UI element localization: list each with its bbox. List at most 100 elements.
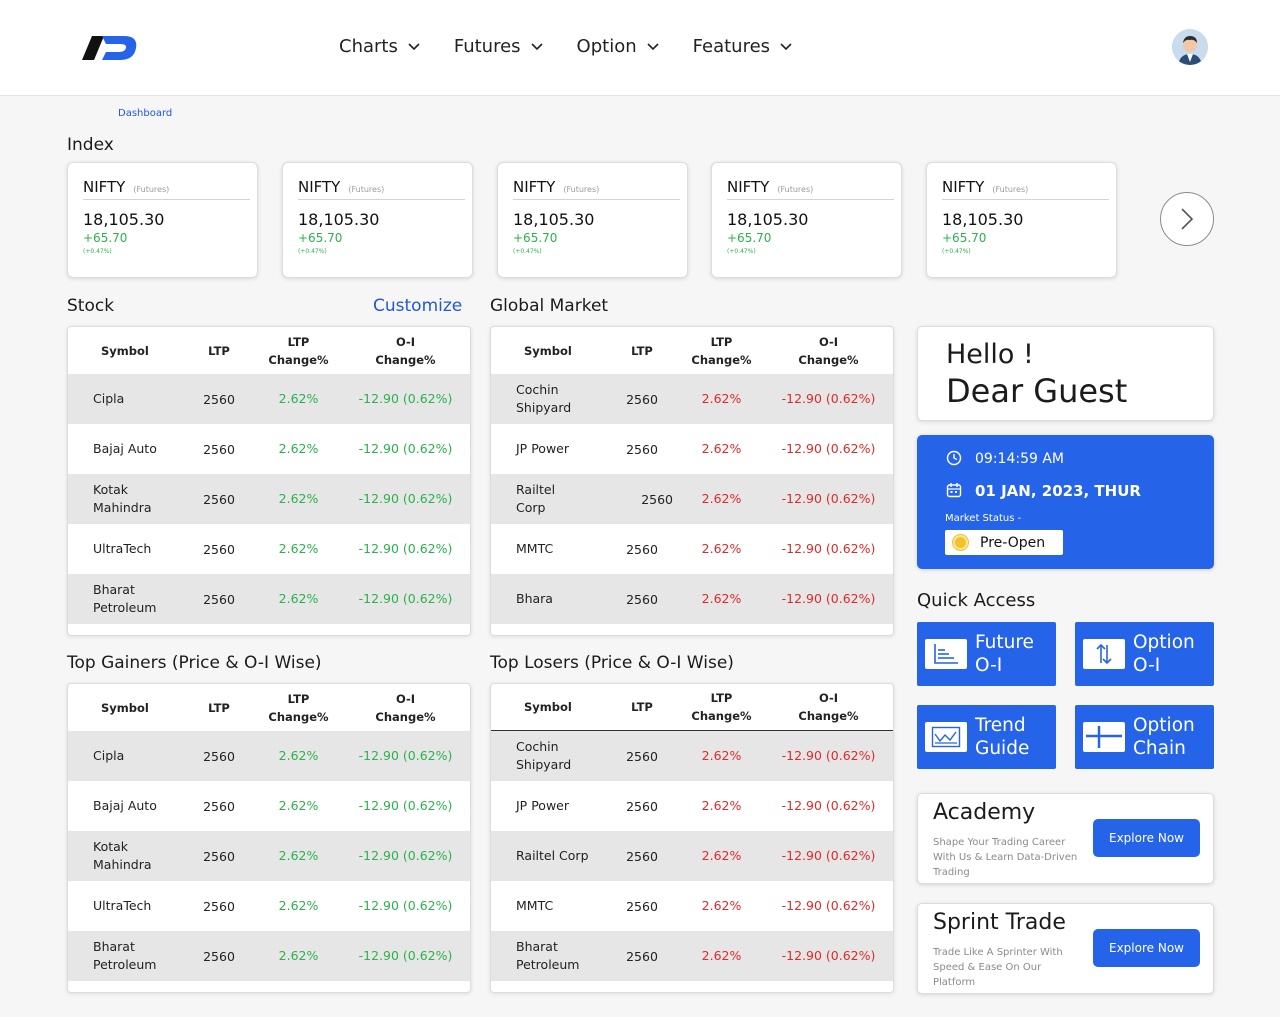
index-tag: (Futures) [777,185,814,194]
sprint-trade-title: Sprint Trade [933,910,1066,935]
symbol-cell: Cochin Shipyard [516,382,572,415]
top-losers-title: Top Losers (Price & O-I Wise) [490,653,734,673]
symbol-cell: Bajaj Auto [93,441,157,456]
market-clock-card: 09:14:59 AM 01 JAN, 2023, THUR Market St… [917,435,1214,569]
ltp-cell: 2560 [626,591,658,607]
index-value: 18,105.30 [727,210,809,229]
ltp-change-cell: 2.62% [278,391,319,406]
sprint-trade-explore-button[interactable]: Explore Now [1093,929,1200,967]
table-row[interactable]: Cochin Shipyard 2560 2.62% -12.90 (0.62%) [491,374,893,424]
column-header: O-I Change% [375,334,436,367]
current-date: 01 JAN, 2023, THUR [975,482,1141,500]
index-change: +65.70 [942,231,987,245]
table-header: Symbol LTP LTP Change% O-I Change% [491,684,893,731]
table-row[interactable]: Kotak Mahindra 2560 2.62% -12.90 (0.62%) [68,831,470,881]
table-row[interactable]: UltraTech 2560 2.62% -12.90 (0.62%) [68,524,470,574]
index-value: 18,105.30 [83,210,165,229]
market-status-label: Market Status - [945,513,1022,524]
calendar-icon [946,483,962,498]
table-row[interactable]: Railtel Corp 2560 2.62% -12.90 (0.62%) [491,831,893,881]
index-card[interactable]: NIFTY (Futures) 18,105.30 +65.70 (+0.47%) [497,162,688,278]
table-row[interactable]: Bhara 2560 2.62% -12.90 (0.62%) [491,574,893,624]
nav-charts[interactable]: Charts [339,36,420,57]
index-next-button[interactable] [1160,192,1214,246]
table-row[interactable]: Cipla 2560 2.62% -12.90 (0.62%) [68,374,470,424]
oi-change-cell: -12.90 (0.62%) [358,491,453,506]
trend-guide-text: Trend Guide [975,715,1030,759]
index-tag: (Futures) [992,185,1029,194]
brand-logo[interactable] [80,30,140,66]
index-card[interactable]: NIFTY (Futures) 18,105.30 +65.70 (+0.47%) [711,162,902,278]
breadcrumb[interactable]: Dashboard [118,108,172,119]
index-card[interactable]: NIFTY (Futures) 18,105.30 +65.70 (+0.47%) [926,162,1117,278]
table-row[interactable]: Kotak Mahindra 2560 2.62% -12.90 (0.62%) [68,474,470,524]
ltp-change-cell: 2.62% [278,898,319,913]
bar-chart-icon [925,639,967,669]
nav-futures[interactable]: Futures [454,36,543,57]
table-row[interactable]: Cochin Shipyard 2560 2.62% -12.90 (0.62%) [491,731,893,781]
table-row[interactable]: UltraTech 2560 2.62% -12.90 (0.62%) [68,881,470,931]
column-header: LTP [208,343,230,358]
nav-option[interactable]: Option [577,36,659,57]
index-tag: (Futures) [133,185,170,194]
oi-change-cell: -12.90 (0.62%) [358,898,453,913]
nav-charts-label: Charts [339,36,398,57]
future-oi-button[interactable]: Future O-I [917,622,1056,686]
ltp-cell: 2560 [203,491,235,507]
table-row[interactable]: Bajaj Auto 2560 2.62% -12.90 (0.62%) [68,781,470,831]
column-header: LTP [631,700,653,714]
table-header: Symbol LTP LTP Change% O-I Change% [68,327,470,374]
oi-change-cell: -12.90 (0.62%) [358,591,453,606]
customize-link[interactable]: Customize [373,296,462,316]
table-row[interactable]: JP Power 2560 2.62% -12.90 (0.62%) [491,781,893,831]
symbol-cell: Railtel Corp [516,482,556,515]
column-header: LTP Change% [691,691,752,723]
index-tag: (Futures) [563,185,600,194]
nav-futures-label: Futures [453,36,521,57]
symbol-cell: UltraTech [93,898,152,913]
up-down-arrows-icon [1083,639,1125,669]
oi-change-cell: -12.90 (0.62%) [358,748,453,763]
oi-change-cell: -12.90 (0.62%) [781,948,876,963]
trend-guide-button[interactable]: Trend Guide [917,705,1056,769]
index-value: 18,105.30 [298,210,380,229]
option-oi-button[interactable]: Option O-I [1075,622,1214,686]
column-header: Symbol [524,700,572,714]
top-gainers-table: Symbol LTP LTP Change% O-I Change% Cipla 2560… [67,683,471,993]
ltp-change-cell: 2.62% [278,441,319,456]
table-row[interactable]: MMTC 2560 2.62% -12.90 (0.62%) [491,881,893,931]
table-row[interactable]: Bharat Petroleum 2560 2.62% -12.90 (0.62%) [68,574,470,624]
oi-change-cell: -12.90 (0.62%) [781,898,876,913]
table-row[interactable]: Bharat Petroleum 2560 2.62% -12.90 (0.62%) [491,931,893,981]
chevron-down-icon [780,42,792,50]
ltp-cell: 2560 [203,948,235,964]
current-time: 09:14:59 AM [975,451,1064,467]
ltp-cell: 2560 [626,948,658,964]
index-card[interactable]: NIFTY (Futures) 18,105.30 +65.70 (+0.47%) [67,162,258,278]
table-row[interactable]: Cipla 2560 2.62% -12.90 (0.62%) [68,731,470,781]
ltp-cell: 2560 [203,391,235,407]
index-card[interactable]: NIFTY (Futures) 18,105.30 +65.70 (+0.47%) [282,162,473,278]
nav-features[interactable]: Features [693,36,792,57]
top-header: Charts Futures Option Features [0,0,1280,96]
user-avatar[interactable] [1172,29,1208,65]
ltp-cell: 2560 [203,798,235,814]
oi-change-cell: -12.90 (0.62%) [781,591,876,606]
ltp-change-cell: 2.62% [701,591,742,606]
column-header: O-I Change% [798,334,859,367]
option-oi-text: Option O-I [1133,632,1195,676]
ltp-cell: 2560 [626,748,658,764]
table-row[interactable]: Bharat Petroleum 2560 2.62% -12.90 (0.62%) [68,931,470,981]
table-row[interactable]: Bajaj Auto 2560 2.62% -12.90 (0.62%) [68,424,470,474]
oi-change-cell: -12.90 (0.62%) [358,441,453,456]
table-row[interactable]: JP Power 2560 2.62% -12.90 (0.62%) [491,424,893,474]
chevron-down-icon [408,42,420,50]
index-change: +65.70 [727,231,772,245]
table-row[interactable]: MMTC 2560 2.62% -12.90 (0.62%) [491,524,893,574]
option-chain-button[interactable]: Option Chain [1075,705,1214,769]
table-row[interactable]: Railtel Corp 2560 2.62% -12.90 (0.62%) [491,474,893,524]
column-header: LTP Change% [268,691,329,724]
symbol-cell: Cipla [93,391,125,406]
main-nav: Charts Futures Option Features [339,36,826,57]
academy-explore-button[interactable]: Explore Now [1093,819,1200,857]
